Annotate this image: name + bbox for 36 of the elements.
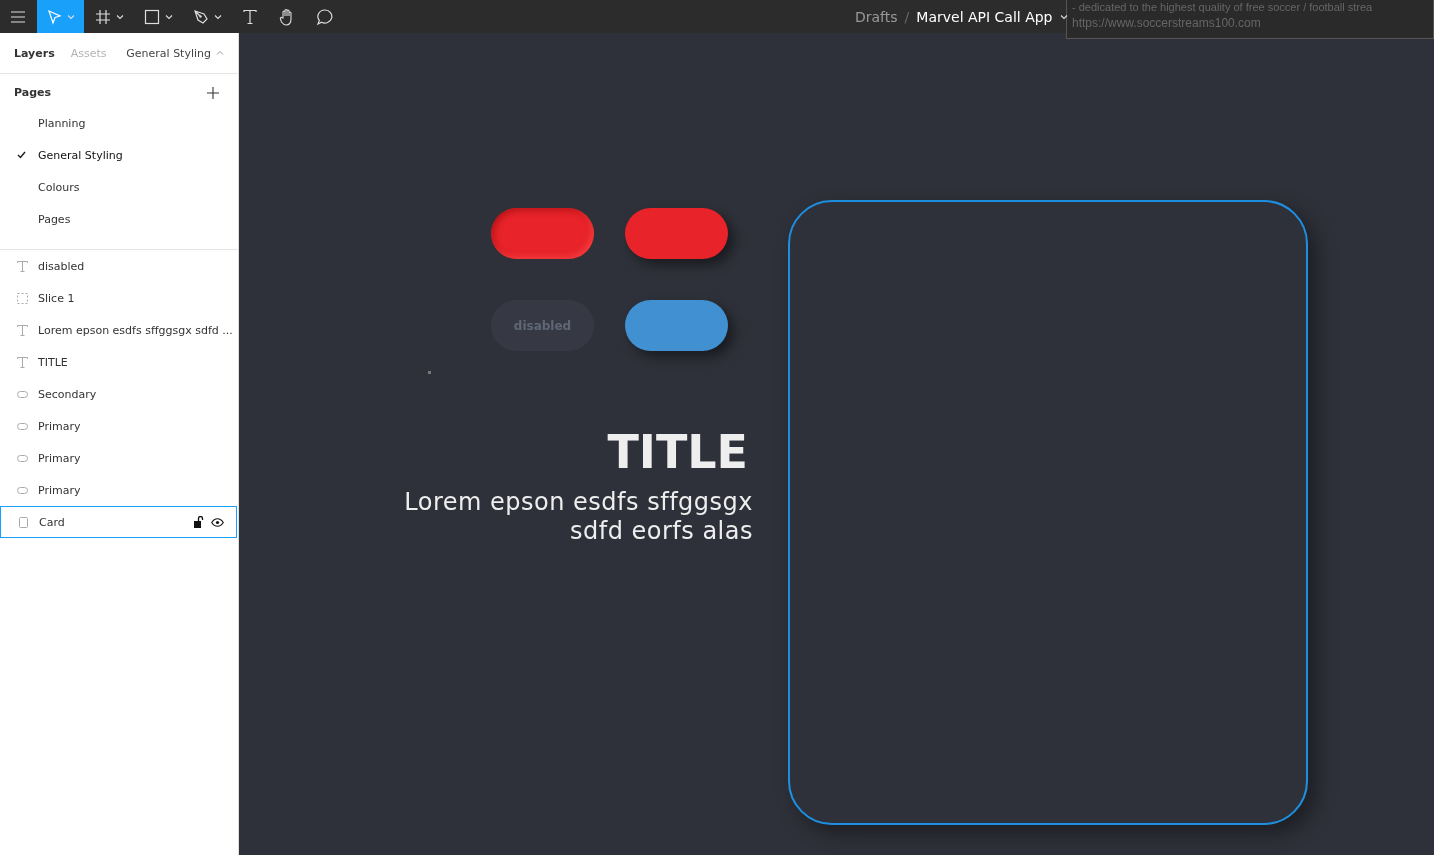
speech-bubble-icon[interactable] (316, 7, 334, 26)
layer-item[interactable]: disabled (0, 250, 238, 282)
text-icon (17, 356, 28, 368)
cursor-icon[interactable] (46, 8, 62, 25)
layer-item[interactable]: TITLE (0, 346, 238, 378)
file-name[interactable]: Marvel API Call App (916, 8, 1053, 25)
layer-item[interactable]: Primary (0, 410, 238, 442)
square-icon[interactable] (144, 8, 160, 25)
panel-tab[interactable]: Layers (14, 46, 55, 60)
text-icon (17, 260, 28, 272)
text-icon[interactable] (242, 8, 258, 25)
unlock-icon[interactable] (194, 516, 204, 528)
check-icon (17, 151, 26, 159)
breadcrumb-folder[interactable]: Drafts (855, 8, 898, 25)
page-item[interactable]: Colours (0, 171, 238, 203)
layer-item[interactable]: Slice 1 (0, 282, 238, 314)
layer-item[interactable]: Lorem epson esdfs sffggsgx sdfd ... (0, 314, 238, 346)
layer-item[interactable]: Primary (0, 442, 238, 474)
add-icon[interactable] (207, 86, 219, 99)
page-item[interactable]: Pages (0, 203, 238, 235)
frame-icon[interactable] (95, 8, 111, 25)
slice-icon (17, 292, 28, 304)
page-item[interactable]: General Styling (0, 139, 238, 171)
eye-icon[interactable] (211, 517, 224, 527)
pages-heading: Pages (14, 86, 52, 99)
page-item[interactable]: Planning (0, 107, 238, 139)
pen-icon[interactable] (193, 8, 209, 25)
text-icon (17, 324, 28, 336)
layer-item[interactable]: Secondary (0, 378, 238, 410)
title-text: TITLE (607, 425, 748, 479)
body-text: Lorem epson esdfs sffggsgx sdfd eorfs alas (403, 488, 753, 546)
page-dropdown[interactable]: General Styling (126, 46, 224, 60)
rectangle-icon (18, 516, 29, 528)
breadcrumb-separator: / (904, 8, 910, 25)
layer-item[interactable]: Primary (0, 474, 238, 506)
layer-item[interactable]: Card (0, 506, 237, 538)
